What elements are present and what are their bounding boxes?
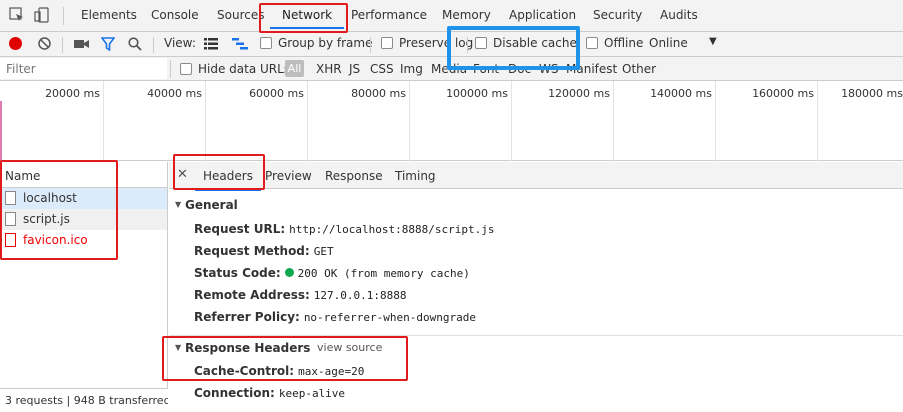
tab-elements[interactable]: Elements [81,8,137,22]
header-value: no-referrer-when-downgrade [303,311,476,324]
view-label: View: [164,36,196,50]
request-url-row: Request URL: http://localhost:8888/script… [194,222,494,236]
tab-audits[interactable]: Audits [660,8,698,22]
header-value: http://localhost:8888/script.js [289,223,495,236]
group-by-frame-label: Group by frame [278,36,373,50]
status-ok-icon [284,268,294,277]
header-key: Request Method: [194,244,310,258]
timeline-tick-label: 160000 ms [752,87,814,100]
tab-memory[interactable]: Memory [442,8,491,22]
timeline-gridline [103,81,104,161]
type-filter-xhr[interactable]: XHR [316,62,342,76]
search-icon[interactable] [128,37,142,54]
header-key: Remote Address: [194,288,310,302]
hide-data-urls-label: Hide data URLs [198,62,291,76]
request-method-row: Request Method: GET [194,244,334,258]
timeline-gridline [307,81,308,161]
clear-icon[interactable] [38,37,51,53]
highlight-network-tab [259,3,348,33]
checkbox-box[interactable] [381,37,393,49]
device-toolbar-icon[interactable] [34,7,50,23]
header-value: keep-alive [278,387,346,400]
highlight-disable-cache [447,26,580,70]
header-value: 200 OK (from memory cache) [297,267,470,280]
capture-screenshots-icon[interactable] [74,38,90,53]
highlight-headers-tab [173,154,265,190]
overview-timeline[interactable]: 20000 ms 40000 ms 60000 ms 80000 ms 1000… [0,81,903,161]
timeline-tick-label: 20000 ms [45,87,100,100]
large-rows-icon[interactable] [204,38,218,53]
header-value: GET [313,245,334,258]
timeline-tick-label: 120000 ms [548,87,610,100]
highlight-cache-control [162,336,408,381]
timeline-tick-label: 140000 ms [650,87,712,100]
checkbox-box[interactable] [260,37,272,49]
throttling-select[interactable]: Online [649,36,688,50]
timeline-gridline [715,81,716,161]
offline-label: Offline [604,36,644,50]
offline-checkbox[interactable]: Offline [586,36,643,50]
timeline-tick-label: 100000 ms [446,87,508,100]
type-filter-css[interactable]: CSS [370,62,394,76]
waterfall-icon[interactable] [232,38,248,53]
filter-icon[interactable] [100,37,116,54]
tab-timing[interactable]: Timing [395,169,436,183]
connection-row: Connection: keep-alive [194,386,345,400]
section-title: General [185,198,238,212]
timeline-tick-label: 40000 ms [147,87,202,100]
tab-security[interactable]: Security [593,8,642,22]
hide-data-urls-checkbox[interactable]: Hide data URLs [180,62,290,76]
header-key: Status Code: [194,266,281,280]
highlight-request-list [0,160,118,260]
referrer-policy-row: Referrer Policy: no-referrer-when-downgra… [194,310,476,324]
network-summary: 3 requests | 948 B transferred [0,388,168,412]
timeline-tick-label: 80000 ms [351,87,406,100]
record-icon[interactable] [9,37,22,50]
tab-sources[interactable]: Sources [217,8,264,22]
inspect-element-icon[interactable] [9,7,25,23]
header-key: Connection: [194,386,275,400]
tab-console[interactable]: Console [151,8,199,22]
tab-application[interactable]: Application [509,8,576,22]
status-code-row: Status Code: 200 OK (from memory cache) [194,266,470,280]
timeline-gridline [205,81,206,161]
header-key: Referrer Policy: [194,310,300,324]
timeline-gridline [613,81,614,161]
details-tabbar: ✕ Headers Preview Response Timing [169,162,903,191]
timeline-marker [0,101,2,161]
chevron-down-icon[interactable]: ▼ [709,36,717,47]
checkbox-box[interactable] [586,37,598,49]
group-by-frame-checkbox[interactable]: Group by frame [260,36,372,50]
expanded-triangle-icon: ▼ [175,200,182,209]
timeline-gridline [511,81,512,161]
throttling-value: Online [649,36,688,50]
timeline-tick-label: 180000 ms [841,87,903,100]
filter-input[interactable] [0,58,167,79]
checkbox-box[interactable] [180,63,192,75]
timeline-gridline [409,81,410,161]
type-filter-other[interactable]: Other [622,62,656,76]
timeline-tick-label: 60000 ms [249,87,304,100]
tab-performance[interactable]: Performance [351,8,427,22]
general-section-header[interactable]: ▼ General [169,193,903,217]
header-value: 127.0.0.1:8888 [313,289,407,302]
type-filter-js[interactable]: JS [349,62,360,76]
remote-address-row: Remote Address: 127.0.0.1:8888 [194,288,407,302]
tab-response[interactable]: Response [325,169,383,183]
type-filter-all[interactable]: All [285,60,304,77]
tab-preview[interactable]: Preview [265,169,312,183]
header-key: Request URL: [194,222,286,236]
type-filter-img[interactable]: Img [400,62,423,76]
